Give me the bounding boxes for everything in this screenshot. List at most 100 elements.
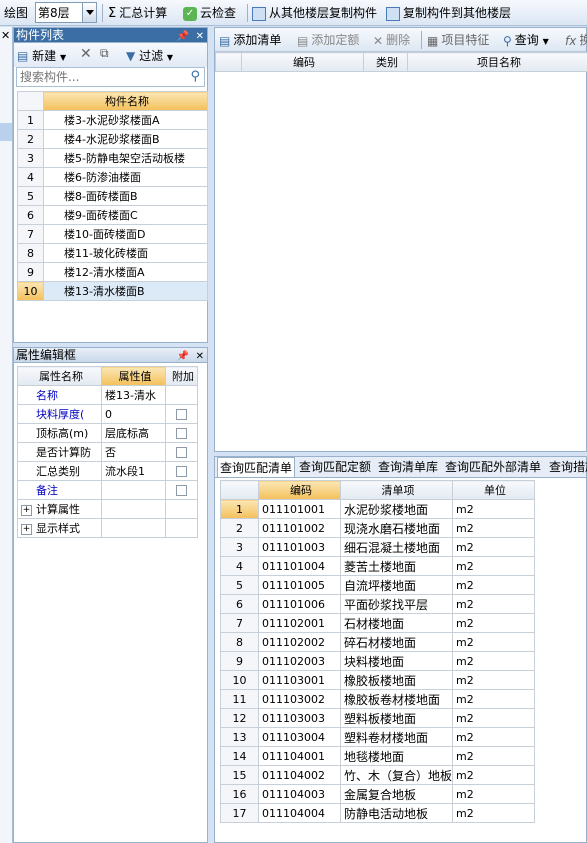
filter-button[interactable]: ▼ 过滤 ▼ [126,47,173,64]
list-item-name[interactable]: 橡胶板卷材楼地面 [340,689,453,709]
property-group-row[interactable]: + 显示样式 [17,518,198,538]
list-code-header[interactable]: 编码 [241,52,364,72]
delete-icon[interactable]: ✕ [80,46,92,62]
table-row[interactable]: 2 011101002 现浇水磨石楼地面 m2 [220,518,535,538]
table-row[interactable]: 13 011103004 塑料卷材楼地面 m2 [220,727,535,747]
component-name[interactable]: 楼11-玻化砖楼面 [43,243,208,263]
table-row[interactable]: 1 楼3-水泥砂浆楼面A [17,110,208,130]
table-row[interactable]: 4 011101004 菱苦土楼地面 m2 [220,556,535,576]
property-value[interactable]: 楼13-清水 [101,385,166,405]
list-item-name[interactable]: 现浇水磨石楼地面 [340,518,453,538]
property-value[interactable]: 0 [101,404,166,424]
close-icon[interactable]: ✕ [1,29,10,42]
list-code[interactable]: 011104001 [258,746,341,766]
floor-select[interactable]: 第8层 [35,2,97,23]
list-name-header[interactable]: 项目名称 [407,52,587,72]
table-row[interactable]: 7 011102001 石材楼地面 m2 [220,613,535,633]
cloud-check-button[interactable]: ✓ 云检查 [183,0,236,26]
list-item-name[interactable]: 碎石材楼地面 [340,632,453,652]
table-row[interactable]: 10 楼13-清水楼面B [17,281,208,301]
list-code[interactable]: 011103003 [258,708,341,728]
list-item-name[interactable]: 平面砂浆找平层 [340,594,453,614]
checkbox[interactable] [176,485,187,496]
add-list-button[interactable]: ▤ 添加清单 [219,28,281,52]
component-name[interactable]: 楼10-面砖楼面D [43,224,208,244]
property-group-cell[interactable]: + 计算属性 [17,499,102,519]
checkbox[interactable] [176,466,187,477]
close-icon[interactable]: ✕ [196,29,204,44]
property-group-row[interactable]: + 计算属性 [17,499,198,519]
table-row[interactable]: 16 011104003 金属复合地板 m2 [220,784,535,804]
list-code[interactable]: 011102003 [258,651,341,671]
project-feature-button[interactable]: ▦ 项目特征 [427,28,489,52]
list-code[interactable]: 011101006 [258,594,341,614]
list-code[interactable]: 011102001 [258,613,341,633]
component-name[interactable]: 楼8-面砖楼面B [43,186,208,206]
component-name[interactable]: 楼9-面砖楼面C [43,205,208,225]
list-item-name[interactable]: 石材楼地面 [340,613,453,633]
component-name[interactable]: 楼3-水泥砂浆楼面A [43,110,208,130]
list-code[interactable]: 011103002 [258,689,341,709]
table-row[interactable]: 5 011101005 自流坪楼地面 m2 [220,575,535,595]
list-code[interactable]: 011101005 [258,575,341,595]
component-name[interactable]: 楼4-水泥砂浆楼面B [43,129,208,149]
copy-icon[interactable]: ⧉ [100,46,109,61]
table-row[interactable]: 6 楼9-面砖楼面C [17,205,208,225]
component-name[interactable]: 楼6-防渗油楼面 [43,167,208,187]
table-row[interactable]: 10 011103001 橡胶板楼地面 m2 [220,670,535,690]
table-row[interactable]: 15 011104002 竹、木（复合）地板 m2 [220,765,535,785]
list-type-header[interactable]: 类别 [363,52,408,72]
match-item-header[interactable]: 清单项 [340,480,453,500]
expand-icon[interactable]: + [21,523,32,535]
match-code-header[interactable]: 编码 [258,480,341,500]
table-row[interactable]: 8 楼11-玻化砖楼面 [17,243,208,263]
table-row[interactable]: 11 011103002 橡胶板卷材楼地面 m2 [220,689,535,709]
table-row[interactable]: 17 011104004 防静电活动地板 m2 [220,803,535,823]
query-button[interactable]: ⚲ 查询 ▼ [503,28,549,52]
pin-icon[interactable]: 📌 [177,349,189,364]
component-name-header[interactable]: 构件名称 [43,91,208,111]
list-item-name[interactable]: 塑料卷材楼地面 [340,727,453,747]
copy-to-floor-button[interactable]: 复制构件到其他楼层 [386,0,511,26]
list-code[interactable]: 011104003 [258,784,341,804]
expand-icon[interactable]: + [21,504,32,516]
pin-icon[interactable]: 📌 [177,29,189,44]
floor-dropdown-button[interactable] [82,3,96,22]
table-row[interactable]: 9 楼12-清水楼面A [17,262,208,282]
list-item-name[interactable]: 水泥砂浆楼地面 [340,499,453,519]
table-row[interactable]: 2 楼4-水泥砂浆楼面B [17,129,208,149]
table-row[interactable]: 6 011101006 平面砂浆找平层 m2 [220,594,535,614]
tab-query-match-quota[interactable]: 查询匹配定额 [297,457,373,477]
table-row[interactable]: 4 楼6-防渗油楼面 [17,167,208,187]
list-code[interactable]: 011104004 [258,803,341,823]
component-name[interactable]: 楼13-清水楼面B [43,281,208,301]
tab-query-external-list[interactable]: 查询匹配外部清单 [443,457,543,477]
summary-calc-button[interactable]: Σ 汇总计算 [108,0,167,26]
property-value[interactable] [101,480,166,500]
match-unit-header[interactable]: 单位 [452,480,535,500]
list-code[interactable]: 011102002 [258,632,341,652]
table-row[interactable]: 12 011103003 塑料板楼地面 m2 [220,708,535,728]
table-row[interactable]: 9 011102003 块料楼地面 m2 [220,651,535,671]
list-code[interactable]: 011103001 [258,670,341,690]
list-item-name[interactable]: 防静电活动地板 [340,803,453,823]
list-item-name[interactable]: 竹、木（复合）地板 [340,765,453,785]
add-quota-button[interactable]: ▤ 添加定额 [297,28,359,52]
component-search-input[interactable] [17,68,182,86]
close-icon[interactable]: ✕ [196,349,204,364]
list-code[interactable]: 011103004 [258,727,341,747]
table-row[interactable]: 7 楼10-面砖楼面D [17,224,208,244]
search-icon[interactable]: ⚲ [190,69,200,84]
tab-query-measures[interactable]: 查询措施 [547,457,587,477]
list-item-name[interactable]: 金属复合地板 [340,784,453,804]
delete-button[interactable]: ✕ 删除 [373,28,410,52]
table-row[interactable]: 3 楼5-防静电架空活动板楼 [17,148,208,168]
table-row[interactable]: 3 011101003 细石混凝土楼地面 m2 [220,537,535,557]
new-button[interactable]: ▤ 新建 ▼ [17,47,66,64]
list-code[interactable]: 011101004 [258,556,341,576]
checkbox[interactable] [176,447,187,458]
copy-from-floor-button[interactable]: 从其他楼层复制构件 [252,0,377,26]
draw-label[interactable]: 绘图 [4,0,28,26]
list-code[interactable]: 011104002 [258,765,341,785]
checkbox[interactable] [176,409,187,420]
